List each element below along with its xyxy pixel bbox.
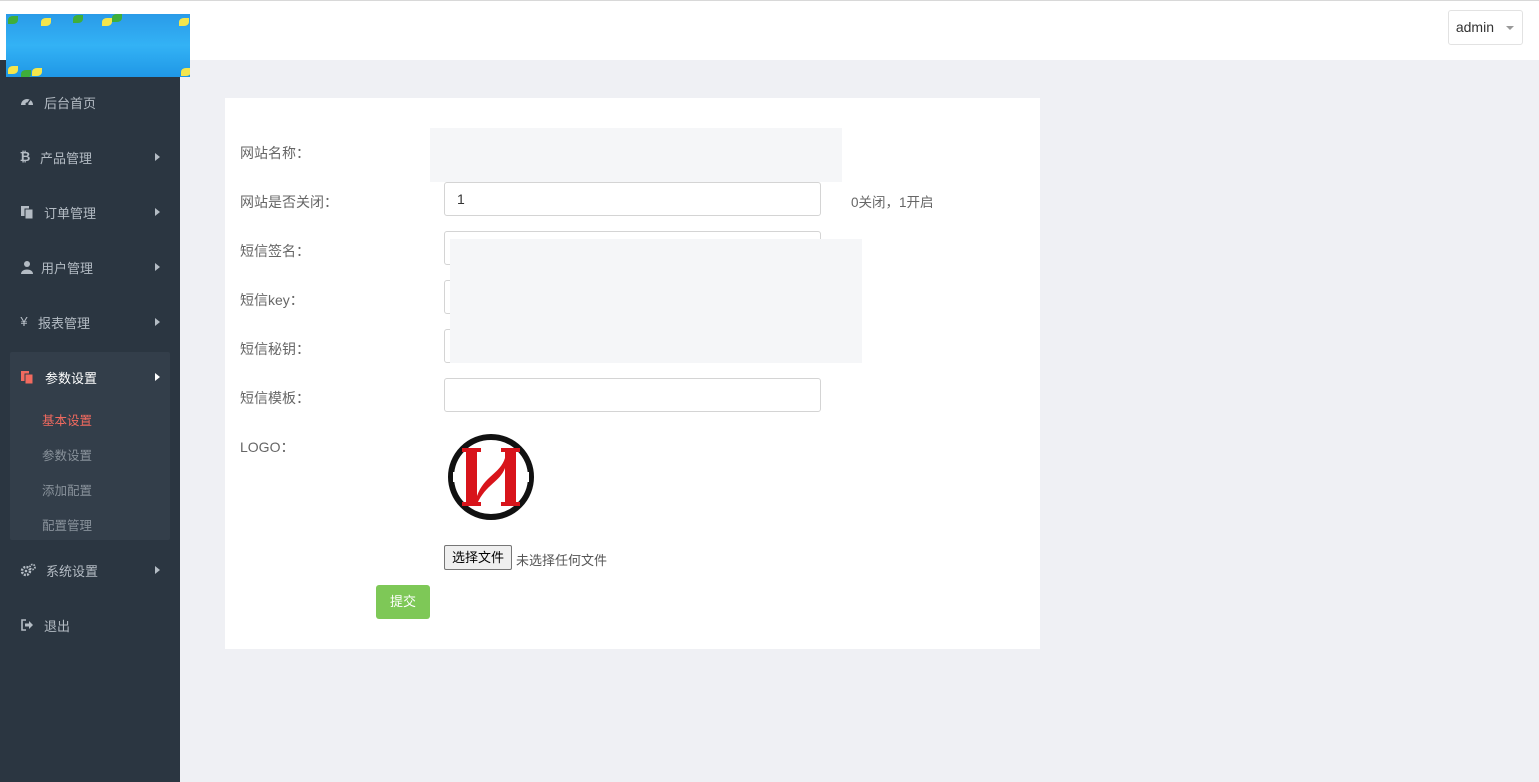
sidebar-item-params[interactable]: 参数设置 — [0, 349, 180, 404]
site-closed-label: 网站是否关闭： — [240, 194, 338, 210]
chevron-right-icon — [155, 208, 160, 216]
sidebar-item-orders[interactable]: 订单管理 — [0, 184, 180, 239]
top-bar: admin — [0, 0, 1539, 60]
chevron-right-icon — [155, 318, 160, 326]
chevron-right-icon — [155, 566, 160, 574]
sidebar-item-label: 参数设置 — [45, 371, 98, 386]
site-name-label: 网站名称： — [240, 145, 310, 161]
sidebar-item-label: 退出 — [44, 619, 71, 634]
dashboard-icon — [20, 95, 34, 109]
sidebar-item-logout[interactable]: 退出 — [0, 597, 180, 652]
chevron-right-icon — [155, 373, 160, 381]
chevron-right-icon — [155, 153, 160, 161]
site-closed-help: 0关闭，1开启 — [851, 195, 934, 210]
site-logo-banner — [6, 14, 190, 77]
sms-template-label: 短信模板： — [240, 390, 310, 406]
sms-sign-label: 短信签名： — [240, 243, 310, 259]
sidebar-item-system-settings[interactable]: 系统设置 — [0, 542, 180, 597]
sidebar: 后台首页 ₿ 产品管理 订单管理 用户管理 ¥ 报表管理 参数设置 基本设置 参… — [0, 60, 180, 782]
sms-secret-label: 短信秘钥： — [240, 341, 310, 357]
sms-template-input[interactable] — [444, 378, 821, 412]
caret-down-icon — [1506, 26, 1514, 30]
sidebar-item-reports[interactable]: ¥ 报表管理 — [0, 294, 180, 349]
copy-icon — [20, 205, 34, 220]
sidebar-item-users[interactable]: 用户管理 — [0, 239, 180, 294]
sidebar-item-products[interactable]: ₿ 产品管理 — [0, 129, 180, 184]
sidebar-subitem-basic-settings[interactable]: 基本设置 — [42, 410, 92, 429]
sidebar-subitem-add-config[interactable]: 添加配置 — [42, 480, 92, 499]
chevron-right-icon — [155, 263, 160, 271]
redacted-site-name-field[interactable] — [430, 128, 842, 182]
gears-icon — [20, 563, 36, 577]
no-file-selected-text: 未选择任何文件 — [516, 553, 608, 568]
sidebar-item-label: 订单管理 — [44, 206, 97, 221]
sms-key-label: 短信key： — [240, 292, 304, 308]
sidebar-item-label: 系统设置 — [46, 564, 99, 579]
redacted-sms-fields — [450, 239, 862, 363]
submit-button[interactable]: 提交 — [376, 585, 430, 619]
sidebar-item-label: 后台首页 — [44, 96, 97, 111]
copy-icon — [20, 370, 34, 385]
sidebar-subitem-config-manage[interactable]: 配置管理 — [42, 515, 92, 534]
yen-icon: ¥ — [20, 314, 28, 329]
user-icon — [20, 260, 34, 274]
logo-label: LOGO： — [240, 439, 295, 455]
user-menu-dropdown[interactable]: admin — [1447, 10, 1523, 45]
choose-file-button[interactable]: 选择文件 — [444, 545, 513, 570]
user-name: admin — [1455, 19, 1494, 35]
sidebar-item-label: 用户管理 — [41, 261, 94, 276]
sidebar-item-dashboard[interactable]: 后台首页 — [0, 74, 180, 129]
site-logo-preview — [448, 434, 534, 520]
sidebar-item-label: 产品管理 — [40, 151, 93, 166]
bitcoin-icon: ₿ — [19, 149, 31, 164]
sidebar-item-label: 报表管理 — [38, 316, 91, 331]
site-closed-input[interactable] — [444, 182, 821, 216]
settings-form-panel: 网站名称： 网站是否关闭： 0关闭，1开启 短信签名： 短信key： 短信秘钥：… — [225, 98, 1040, 649]
sidebar-subitem-param-settings[interactable]: 参数设置 — [42, 445, 92, 464]
sign-out-icon — [20, 618, 34, 632]
